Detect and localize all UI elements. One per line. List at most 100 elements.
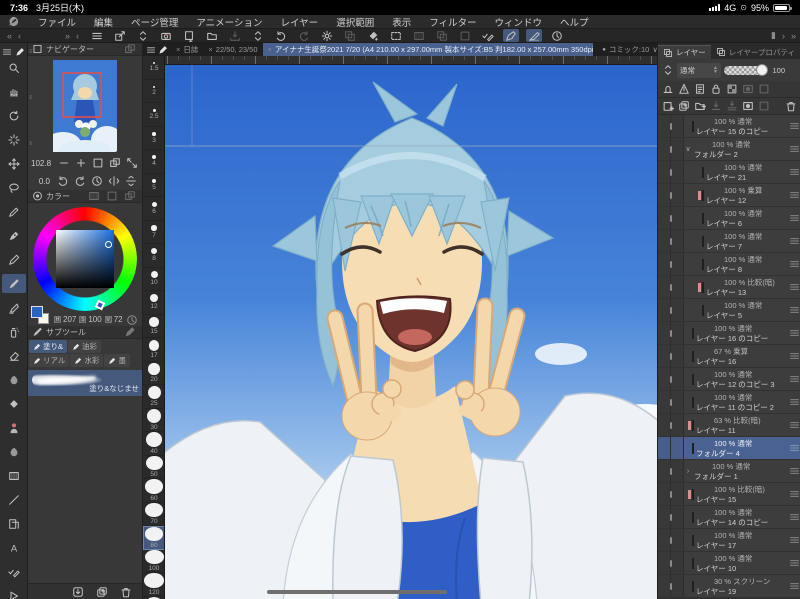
- import-subtool[interactable]: [70, 585, 86, 598]
- layer-row[interactable]: 100 % 通常 レイヤー 12 のコピー 3: [658, 368, 800, 391]
- flow-tool[interactable]: [2, 586, 26, 599]
- layer-checkbox[interactable]: [670, 122, 672, 130]
- menu-item[interactable]: レイヤー: [271, 15, 327, 29]
- zoom-tool[interactable]: [2, 58, 26, 77]
- layer-thumbnail[interactable]: [692, 488, 694, 500]
- layer-row-menu-icon[interactable]: [789, 368, 800, 390]
- folder-caret[interactable]: [684, 253, 702, 275]
- reference-layer[interactable]: [676, 83, 691, 96]
- layer-row[interactable]: 67 % 乗算 レイヤー 16: [658, 345, 800, 368]
- settings[interactable]: [319, 29, 335, 42]
- brush-size-item[interactable]: 30: [143, 408, 164, 432]
- brush-size-item[interactable]: 7: [143, 221, 164, 244]
- layer-checkbox[interactable]: [670, 214, 672, 222]
- brush-size-item[interactable]: 5: [143, 174, 164, 197]
- collapse-command[interactable]: [135, 29, 151, 42]
- folder-caret[interactable]: [684, 161, 702, 183]
- layer-checkbox[interactable]: [670, 375, 672, 383]
- brush-size-item[interactable]: 2.5: [143, 103, 164, 127]
- layer-row-menu-icon[interactable]: [789, 184, 800, 206]
- layer-thumbnail[interactable]: [692, 327, 694, 339]
- layer-check-cell[interactable]: [670, 460, 684, 482]
- layer-checkbox[interactable]: [670, 306, 672, 314]
- layer-row[interactable]: 100 % 通常 レイヤー 16 のコピー: [658, 322, 800, 345]
- create-layer-mask[interactable]: [740, 100, 755, 113]
- layer-checkbox[interactable]: [670, 283, 672, 291]
- brush-size-item[interactable]: 60: [143, 479, 164, 503]
- menu-item[interactable]: ヘルプ: [551, 15, 598, 29]
- brush-size-item[interactable]: 100: [143, 549, 164, 573]
- decoration-tool[interactable]: [2, 394, 26, 413]
- folder-caret[interactable]: [684, 391, 692, 413]
- layer-row[interactable]: 100 % 通常 レイヤー 7: [658, 230, 800, 253]
- brush-size-item[interactable]: 4: [143, 150, 164, 174]
- subtool-item[interactable]: 塗り&なじませ: [28, 370, 142, 396]
- layer-row-menu-icon[interactable]: [789, 207, 800, 229]
- close-tab-icon[interactable]: ×: [268, 45, 272, 54]
- saturation-value-square[interactable]: [56, 230, 114, 288]
- layer-check-cell[interactable]: [670, 230, 684, 252]
- layer-checkbox[interactable]: [670, 513, 672, 521]
- layer-checkbox[interactable]: [670, 490, 672, 498]
- transform[interactable]: [434, 29, 450, 42]
- pencil-tool[interactable]: [2, 250, 26, 269]
- timelapse-camera[interactable]: [158, 29, 174, 42]
- layer-row-menu-icon[interactable]: [789, 115, 800, 137]
- layer-thumbnail[interactable]: [692, 534, 694, 546]
- folder-caret[interactable]: [684, 230, 702, 252]
- layer-row-menu-icon[interactable]: [789, 552, 800, 574]
- sv-cursor[interactable]: [105, 241, 112, 248]
- brush-size-item[interactable]: 3: [143, 127, 164, 150]
- layer-row[interactable]: 100 % 通常 レイヤー 5: [658, 299, 800, 322]
- menu-item[interactable]: 表示: [383, 15, 420, 29]
- undo[interactable]: [273, 29, 289, 42]
- new-vector-layer[interactable]: [676, 100, 691, 113]
- subview-tab-icon[interactable]: [122, 43, 138, 56]
- figure-3d-tool[interactable]: [2, 418, 26, 437]
- brush-size-item[interactable]: 8: [143, 244, 164, 268]
- layer-check-cell[interactable]: [671, 437, 684, 459]
- layer-row-menu-icon[interactable]: [789, 322, 800, 344]
- color-wheel[interactable]: [33, 207, 137, 311]
- delete-subtool[interactable]: [118, 585, 134, 598]
- apply-mask[interactable]: [756, 100, 771, 113]
- brush-size-item[interactable]: 6: [143, 197, 164, 221]
- layer-row[interactable]: 63 % 比較(暗) レイヤー 11: [658, 414, 800, 437]
- layer-check-cell[interactable]: [670, 276, 684, 298]
- layer-row-menu-icon[interactable]: [789, 483, 800, 505]
- fit-screen[interactable]: [106, 156, 123, 171]
- layer-checkbox[interactable]: [670, 421, 672, 429]
- layer-thumbnail[interactable]: [692, 442, 694, 454]
- layer-panel-tab[interactable]: レイヤープロパティ: [711, 45, 800, 59]
- layer-row-menu-icon[interactable]: [789, 230, 800, 252]
- brush-size-item[interactable]: 50: [143, 455, 164, 479]
- layer-checkbox[interactable]: [670, 467, 672, 475]
- link-mask[interactable]: [756, 83, 771, 96]
- zoom-out[interactable]: [55, 156, 72, 171]
- layer-thumbnail[interactable]: [692, 557, 694, 569]
- layer-row[interactable]: 100 % 通常 レイヤー 8: [658, 253, 800, 276]
- color-history-icon[interactable]: [126, 313, 138, 326]
- brush-size-item[interactable]: 15: [143, 315, 164, 338]
- layer-check-cell[interactable]: [670, 483, 684, 505]
- brush-size-item[interactable]: 120: [143, 573, 164, 597]
- right-dock-collapse-all[interactable]: »: [791, 31, 796, 41]
- save-file[interactable]: [227, 29, 243, 42]
- layer-thumbnail[interactable]: [692, 511, 694, 523]
- mesh-transform[interactable]: [457, 29, 473, 42]
- layer-row[interactable]: 30 % スクリーン レイヤー 19: [658, 575, 800, 598]
- layer-checkbox[interactable]: [670, 260, 672, 268]
- layer-row[interactable]: 100 % 通常 レイヤー 11 のコピー 2: [658, 391, 800, 414]
- dock-expand2[interactable]: ‹: [73, 31, 82, 41]
- fullscreen[interactable]: [123, 156, 140, 171]
- layer-check-cell[interactable]: [670, 253, 684, 275]
- layer-row-menu-icon[interactable]: [789, 253, 800, 275]
- layer-row[interactable]: 100 % 通常 レイヤー 10: [658, 552, 800, 575]
- layer-row[interactable]: ∨ 100 % 通常 フォルダー 2: [658, 138, 800, 161]
- horizontal-scrollbar[interactable]: [267, 590, 447, 594]
- layer-row-menu-icon[interactable]: [789, 391, 800, 413]
- layer-check-cell[interactable]: [670, 115, 684, 137]
- layer-row-menu-icon[interactable]: [789, 460, 800, 482]
- layer-thumbnail[interactable]: [692, 419, 694, 431]
- layer-row-menu-icon[interactable]: [789, 138, 800, 160]
